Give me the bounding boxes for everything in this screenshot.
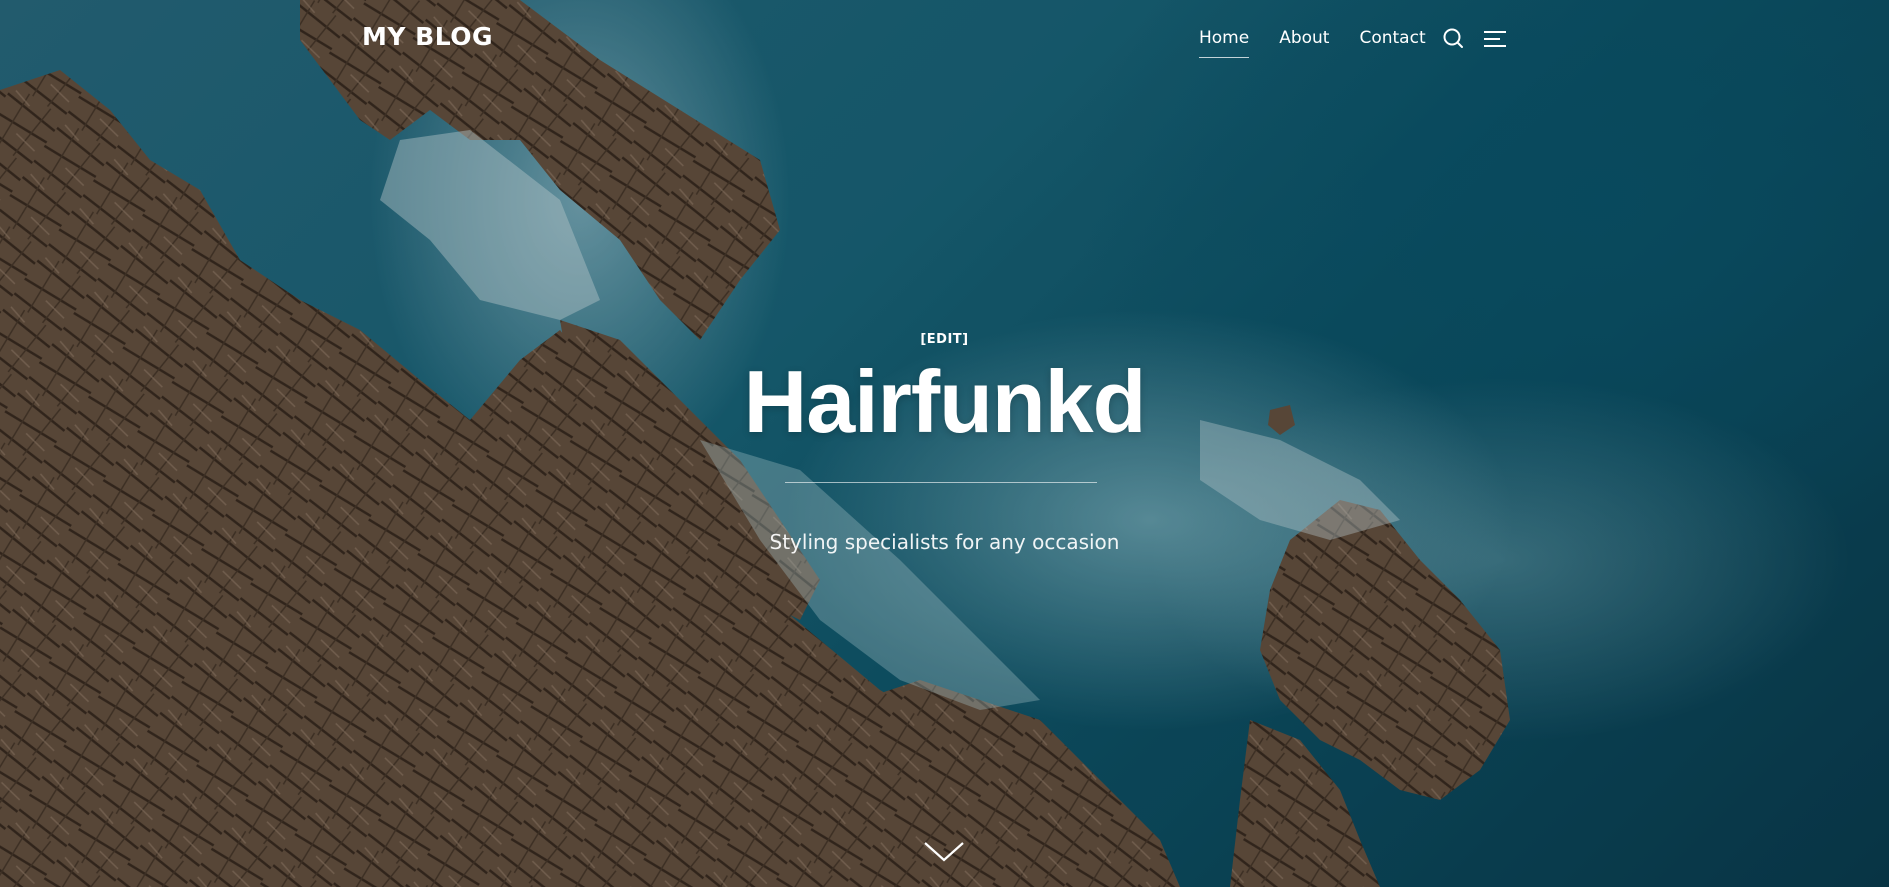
scroll-down-button[interactable] [923, 840, 965, 864]
search-button[interactable] [1441, 26, 1467, 52]
nav-item-home[interactable]: Home [1199, 28, 1250, 58]
site-title-link[interactable]: MY BLOG [362, 22, 493, 51]
chevron-down-icon [924, 842, 964, 862]
site-header: MY BLOG Home About Contact [0, 0, 1889, 78]
hero-title: Hairfunkd [743, 352, 1147, 451]
title-divider [785, 482, 1097, 483]
primary-nav: Home About Contact [1199, 28, 1456, 58]
edit-link[interactable]: [EDIT] [0, 332, 1889, 347]
menu-icon [1484, 31, 1506, 47]
search-icon [1443, 28, 1463, 48]
nav-item-about[interactable]: About [1279, 28, 1329, 58]
menu-toggle-button[interactable] [1482, 26, 1508, 52]
hero-tagline: Styling specialists for any occasion [769, 530, 1120, 554]
nav-item-contact[interactable]: Contact [1359, 28, 1425, 58]
hero-section: MY BLOG Home About Contact [EDIT] Hairfu… [0, 0, 1889, 887]
